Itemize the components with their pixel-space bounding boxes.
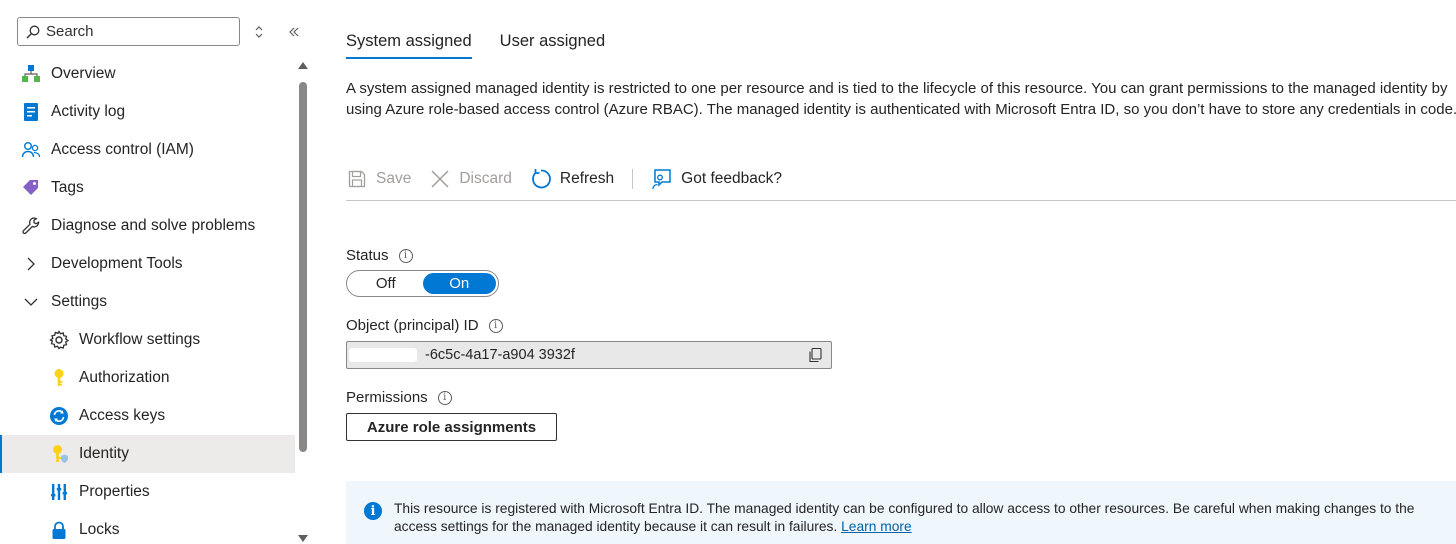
sidebar-item-label: Workflow settings	[79, 331, 201, 348]
nav-list: Overview Activity log Access control (IA…	[0, 55, 295, 544]
people-icon	[21, 140, 41, 160]
sidebar-item-label: Overview	[51, 65, 116, 82]
info-filled-icon: i	[364, 502, 382, 520]
close-icon	[429, 168, 451, 190]
status-field-label: Status i	[346, 247, 413, 264]
banner-text: This resource is registered with Microso…	[394, 500, 1454, 544]
sidebar-item-workflow-settings[interactable]: Workflow settings	[0, 321, 295, 359]
search-box[interactable]	[17, 17, 240, 46]
sidebar-item-label: Locks	[79, 521, 120, 538]
sidebar-item-label: Activity log	[51, 103, 126, 120]
overview-icon	[21, 64, 41, 84]
wrench-icon	[21, 216, 41, 236]
permissions-label: Permissions	[346, 389, 428, 406]
chevron-down-icon	[21, 292, 41, 312]
sidebar-item-label: Settings	[51, 293, 108, 310]
save-button[interactable]: Save	[346, 164, 411, 194]
status-off-option[interactable]: Off	[349, 273, 423, 294]
feedback-label: Got feedback?	[681, 170, 782, 187]
sidebar-item-label: Diagnose and solve problems	[51, 217, 256, 234]
expand-collapse-icon[interactable]	[247, 20, 271, 44]
tab-system-assigned[interactable]: System assigned	[346, 32, 472, 59]
command-bar: Save Discard Refresh Got feedback?	[346, 164, 1456, 201]
refresh-button[interactable]: Refresh	[530, 164, 614, 194]
identity-icon	[49, 444, 69, 464]
scroll-thumb[interactable]	[299, 82, 307, 452]
sidebar-item-development-tools[interactable]: Development Tools	[0, 245, 295, 283]
redaction-mask	[349, 348, 417, 362]
sidebar-item-diagnose[interactable]: Diagnose and solve problems	[0, 207, 295, 245]
properties-icon	[49, 482, 69, 502]
sidebar-item-access-keys[interactable]: Access keys	[0, 397, 295, 435]
sidebar-item-settings[interactable]: Settings	[0, 283, 295, 321]
description-text: A system assigned managed identity is re…	[346, 80, 1456, 118]
save-icon	[346, 168, 368, 190]
refresh-label: Refresh	[559, 170, 615, 187]
sidebar-item-activity-log[interactable]: Activity log	[0, 93, 295, 131]
chevron-right-icon	[21, 254, 41, 274]
tab-user-assigned[interactable]: User assigned	[500, 32, 605, 59]
info-icon[interactable]: i	[437, 390, 452, 405]
save-label: Save	[376, 170, 412, 187]
gear-icon	[49, 330, 69, 350]
discard-label: Discard	[459, 170, 512, 187]
feedback-icon	[651, 168, 673, 190]
sidebar-scrollbar[interactable]	[297, 60, 309, 544]
key-icon	[49, 368, 69, 388]
sidebar-item-label: Identity	[79, 445, 129, 462]
object-id-field[interactable]: -6c5c-4a17-a904 3932f	[346, 341, 832, 369]
resource-menu: Overview Activity log Access control (IA…	[0, 0, 313, 544]
toolbar-divider	[632, 169, 634, 189]
sidebar-item-overview[interactable]: Overview	[0, 55, 295, 93]
status-toggle[interactable]: Off On	[346, 270, 499, 297]
azure-role-assignments-button[interactable]: Azure role assignments	[346, 413, 557, 441]
feedback-button[interactable]: Got feedback?	[651, 164, 782, 194]
sidebar-item-label: Properties	[79, 483, 150, 500]
identity-pane: System assigned User assigned A system a…	[346, 0, 1456, 544]
info-banner: i This resource is registered with Micro…	[346, 481, 1456, 544]
discard-button[interactable]: Discard	[429, 164, 512, 194]
copy-icon[interactable]	[807, 347, 823, 367]
sidebar-item-properties[interactable]: Properties	[0, 473, 295, 511]
learn-more-link[interactable]: Learn more	[841, 519, 912, 534]
sidebar-item-label: Access control (IAM)	[51, 141, 194, 158]
sidebar-item-label: Development Tools	[51, 255, 183, 272]
scroll-down-arrow[interactable]	[298, 535, 308, 542]
sidebar-item-authorization[interactable]: Authorization	[0, 359, 295, 397]
permissions-field-label: Permissions i	[346, 389, 452, 406]
search-icon	[26, 25, 40, 38]
sidebar-item-label: Tags	[51, 179, 84, 196]
sidebar-item-identity[interactable]: Identity	[0, 435, 295, 473]
sidebar-item-access-control[interactable]: Access control (IAM)	[0, 131, 295, 169]
collapse-menu-icon[interactable]	[282, 20, 306, 44]
refresh-icon	[530, 168, 552, 190]
status-on-option[interactable]: On	[422, 273, 496, 294]
search-input[interactable]	[46, 23, 216, 40]
lock-icon	[49, 520, 69, 540]
info-icon[interactable]: i	[488, 318, 503, 333]
sidebar-item-tags[interactable]: Tags	[0, 169, 295, 207]
access-keys-icon	[49, 406, 69, 426]
activity-log-icon	[21, 102, 41, 122]
sidebar-item-label: Authorization	[79, 369, 170, 386]
identity-tabs: System assigned User assigned	[346, 32, 633, 59]
sidebar-item-locks[interactable]: Locks	[0, 511, 295, 544]
status-label: Status	[346, 247, 389, 264]
info-icon[interactable]: i	[398, 248, 413, 263]
scroll-up-arrow[interactable]	[298, 62, 308, 69]
sidebar-item-label: Access keys	[79, 407, 166, 424]
object-id-field-label: Object (principal) ID i	[346, 317, 503, 334]
tag-icon	[21, 178, 41, 198]
object-id-value: -6c5c-4a17-a904 3932f	[425, 347, 575, 363]
object-id-label: Object (principal) ID	[346, 317, 479, 334]
